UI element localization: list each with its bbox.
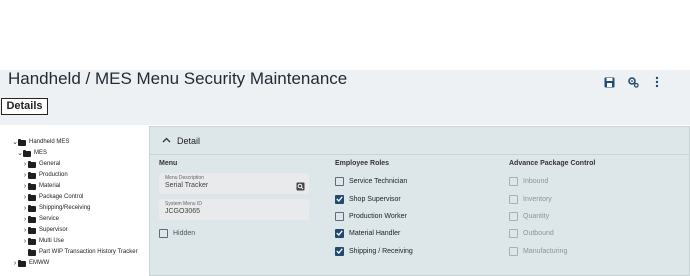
menu-description-value: Serial Tracker xyxy=(165,182,209,189)
apc-manufacturing: Manufacturing xyxy=(509,246,567,256)
folder-icon xyxy=(28,160,36,168)
save-icon[interactable] xyxy=(602,75,616,89)
apc-checkbox-disabled xyxy=(509,194,518,204)
detail-panel-title: Detail xyxy=(177,136,201,146)
apc-label: Inbound xyxy=(523,177,549,185)
search-icon[interactable] xyxy=(296,178,305,196)
folder-icon xyxy=(28,215,36,223)
tree-item-general[interactable]: › General xyxy=(22,159,60,170)
role-checkbox-checked[interactable] xyxy=(335,194,344,204)
tree-item-part-wip-history[interactable]: Part WIP Transaction History Tracker xyxy=(22,247,138,258)
tree-item-label: Handheld MES xyxy=(29,139,70,145)
menu-description-label: Menu Description xyxy=(165,175,204,181)
tree-item-label: Service xyxy=(39,216,60,222)
role-shop-supervisor[interactable]: Shop Supervisor xyxy=(335,194,401,204)
folder-icon xyxy=(18,259,26,267)
hidden-checkbox[interactable] xyxy=(159,228,168,238)
apc-inbound: Inbound xyxy=(509,176,548,186)
folder-icon xyxy=(28,182,36,190)
tree-item-label: General xyxy=(39,161,61,167)
folder-icon xyxy=(28,171,36,179)
tree-item-label: Part WIP Transaction History Tracker xyxy=(39,249,138,255)
role-service-technician[interactable]: Service Technician xyxy=(335,176,407,186)
chevron-up-icon[interactable] xyxy=(161,135,171,145)
apc-label: Quantity xyxy=(523,212,550,220)
tree-item-multi-use[interactable]: › Multi Use xyxy=(22,236,64,247)
folder-icon xyxy=(28,204,36,212)
page: Handheld / MES Menu Security Maintenance… xyxy=(0,0,690,276)
menu-heading: Menu xyxy=(159,160,178,167)
apc-quantity: Quantity xyxy=(509,211,549,221)
advance-package-control-heading: Advance Package Control xyxy=(509,160,596,167)
settings-icon[interactable] xyxy=(626,75,640,89)
header-actions xyxy=(602,75,664,89)
tree-item-label: Package Control xyxy=(39,194,84,200)
page-header: Handheld / MES Menu Security Maintenance… xyxy=(0,70,690,125)
role-shipping-receiving[interactable]: Shipping / Receiving xyxy=(335,246,413,256)
folder-icon xyxy=(18,138,26,146)
tree-item-label: Production xyxy=(39,172,68,178)
apc-checkbox-disabled xyxy=(509,228,518,238)
tree-item-production[interactable]: › Production xyxy=(22,170,68,181)
folder-icon xyxy=(23,149,31,157)
tree-item-service[interactable]: › Service xyxy=(22,214,59,225)
apc-label: Outbound xyxy=(523,229,554,237)
tree-item-shipping-receiving[interactable]: › Shipping/Receiving xyxy=(22,203,90,214)
detail-panel: Detail Menu Menu Description Serial Trac… xyxy=(149,126,690,276)
apc-checkbox-disabled xyxy=(509,211,518,221)
tree-item-supervisor[interactable]: › Supervisor xyxy=(22,225,68,236)
tab-details[interactable]: Details xyxy=(1,98,48,115)
menu-description-field[interactable]: Menu Description Serial Tracker xyxy=(159,173,309,194)
system-menu-id-label: System Menu ID xyxy=(165,201,202,207)
role-label: Shipping / Receiving xyxy=(349,247,413,255)
role-label: Material Handler xyxy=(349,229,401,237)
tree-item-label: MES xyxy=(34,150,48,156)
apc-checkbox-disabled xyxy=(509,246,518,256)
menu-tree: ⌄ Handheld MES ⌄ MES › General › Product… xyxy=(8,126,148,276)
system-menu-id-field[interactable]: System Menu ID JCGO3065 xyxy=(159,199,309,220)
role-label: Production Worker xyxy=(349,212,407,220)
hidden-checkbox-row[interactable]: Hidden xyxy=(159,228,195,238)
folder-icon xyxy=(28,237,36,245)
tree-item-material[interactable]: › Material xyxy=(22,181,60,192)
role-label: Service Technician xyxy=(349,177,408,185)
system-menu-id-value: JCGO3065 xyxy=(165,208,201,215)
page-title: Handheld / MES Menu Security Maintenance xyxy=(8,69,348,88)
role-checkbox[interactable] xyxy=(335,176,344,186)
tree-item-label: Multi Use xyxy=(39,238,65,244)
folder-icon xyxy=(28,193,36,201)
apc-checkbox-disabled xyxy=(509,176,518,186)
apc-inventory: Inventory xyxy=(509,194,552,204)
tree-item-mes[interactable]: ⌄ MES xyxy=(17,148,47,159)
detail-panel-header: Detail xyxy=(150,127,690,155)
tree-item-label: EMWW xyxy=(29,260,50,266)
more-icon[interactable] xyxy=(650,75,664,89)
apc-label: Manufacturing xyxy=(523,247,568,255)
folder-icon xyxy=(28,248,36,256)
employee-roles-heading: Employee Roles xyxy=(335,160,390,167)
role-checkbox[interactable] xyxy=(335,211,344,221)
role-material-handler[interactable]: Material Handler xyxy=(335,228,400,238)
tree-item-label: Supervisor xyxy=(39,227,68,233)
tree-item-label: Material xyxy=(39,183,61,189)
folder-icon xyxy=(28,226,36,234)
role-label: Shop Supervisor xyxy=(349,195,401,203)
tree-item-handheld-mes[interactable]: ⌄ Handheld MES xyxy=(12,137,69,148)
role-checkbox-checked[interactable] xyxy=(335,228,344,238)
apc-label: Inventory xyxy=(523,195,552,203)
tree-item-emww[interactable]: › EMWW xyxy=(12,258,49,269)
apc-outbound: Outbound xyxy=(509,228,554,238)
role-production-worker[interactable]: Production Worker xyxy=(335,211,407,221)
hidden-label: Hidden xyxy=(173,229,196,237)
tree-item-label: Shipping/Receiving xyxy=(39,205,91,211)
tree-item-package-control[interactable]: › Package Control xyxy=(22,192,83,203)
role-checkbox-checked[interactable] xyxy=(335,246,344,256)
